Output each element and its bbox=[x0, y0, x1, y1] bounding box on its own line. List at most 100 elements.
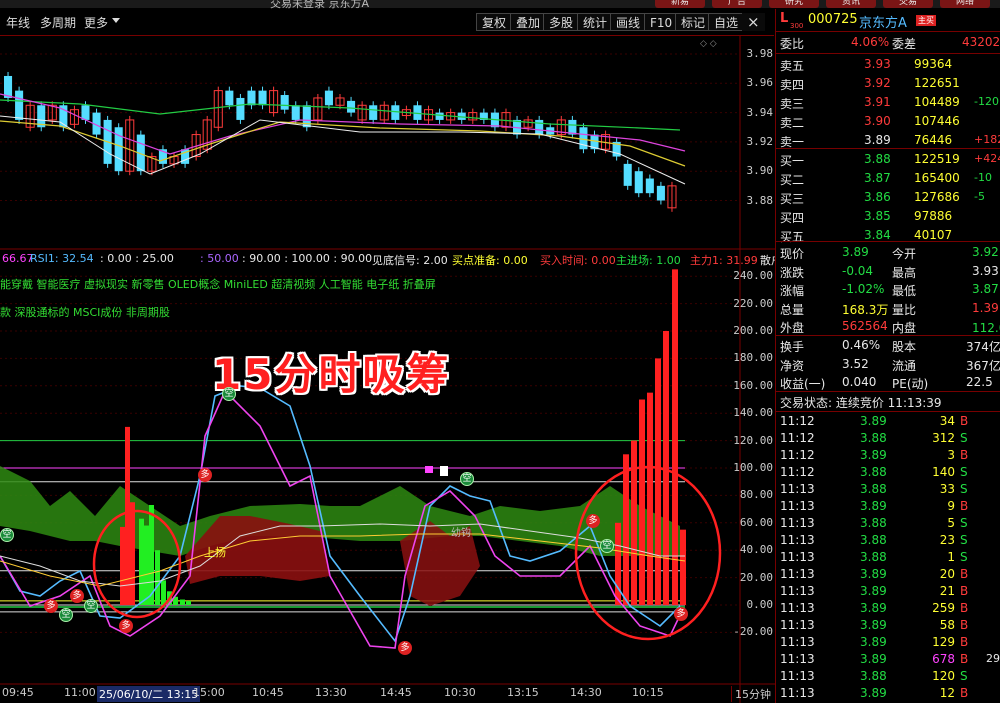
top-tab[interactable]: 广告 bbox=[712, 0, 762, 8]
top-tab[interactable]: 研究 bbox=[769, 0, 819, 8]
trade-status-row: 交易状态: 连续竞价 11:13:39 bbox=[776, 392, 1000, 411]
buy-signal-badge: 多 bbox=[398, 641, 412, 655]
trade-time: 11:13 bbox=[780, 482, 815, 496]
toolbar-draw-button[interactable]: 画线 bbox=[610, 13, 647, 31]
top-tab[interactable]: 网络 bbox=[940, 0, 990, 8]
buy-signal-badge: 多 bbox=[44, 599, 58, 613]
trade-time: 11:13 bbox=[780, 499, 815, 513]
stat-row: 现价 3.89 今开 3.92 bbox=[776, 243, 1000, 262]
toolbar-f10-button[interactable]: F10 bbox=[644, 13, 679, 31]
weicha-label: 委差 bbox=[892, 37, 917, 51]
stock-name: 京东方A bbox=[859, 16, 907, 31]
time-tick-label: 10:30 bbox=[444, 686, 476, 699]
trade-volume: 9 bbox=[947, 499, 955, 513]
cloud-green bbox=[0, 466, 680, 556]
trade-volume: 33 bbox=[939, 482, 955, 496]
trade-price: 3.88 bbox=[860, 465, 887, 479]
toolbar-fuquan-button[interactable]: 复权 bbox=[476, 13, 513, 31]
top-tab[interactable]: 新易 bbox=[655, 0, 705, 8]
indicator-value: RSI1: 32.54 bbox=[30, 252, 94, 265]
indicator-tick-label: 20.00 bbox=[739, 570, 773, 584]
stat-label: PE(动) bbox=[892, 377, 929, 391]
stat-label: 今开 bbox=[892, 247, 917, 261]
level-price: 3.91 bbox=[864, 95, 891, 109]
volume-bar bbox=[161, 580, 166, 605]
trade-price: 3.89 bbox=[860, 448, 887, 462]
sell-signal-badge: 空 bbox=[84, 599, 98, 613]
separator bbox=[776, 31, 1000, 32]
title-bar: 交易未登录 京东方A 新易 广告 研究 资讯 交易 网络 bbox=[0, 0, 1000, 10]
trade-price: 3.89 bbox=[860, 567, 887, 581]
trade-row: 11:13 3.89 129 B bbox=[776, 634, 1000, 651]
volume-bar bbox=[680, 529, 686, 605]
top-tab[interactable]: 交易 bbox=[883, 0, 933, 8]
time-tick-label: 10:45 bbox=[252, 686, 284, 699]
indicator-value: : 0.00 : 25.00 bbox=[100, 252, 174, 265]
price-tick-label: 3.94 bbox=[746, 105, 774, 119]
indicator-value: 主力1: 31.99 bbox=[690, 254, 758, 267]
quote-panel: L 300 000725 京东方A 主买 委比 4.06% 委差 43202 卖… bbox=[775, 9, 1000, 703]
level-label: 买三 bbox=[780, 192, 805, 206]
chevron-down-icon[interactable] bbox=[112, 18, 120, 23]
close-icon[interactable]: × bbox=[742, 13, 765, 31]
trade-time: 11:13 bbox=[780, 618, 815, 632]
time-tick-label: 13:30 bbox=[315, 686, 347, 699]
order-book-row: 卖二 3.90 107446 bbox=[776, 112, 1000, 131]
chart-area[interactable]: ◇ ◇ 3.98 3.96 3.94 3.92 3.90 3.88 240.00 220.0… bbox=[0, 36, 775, 703]
toolbar-more[interactable]: 更多 bbox=[84, 14, 108, 31]
sell-signal-badge: 空 bbox=[59, 608, 73, 622]
trade-side: B bbox=[960, 567, 969, 581]
separator bbox=[776, 411, 1000, 412]
buy-signal-badge: 多 bbox=[119, 619, 133, 633]
toolbar-multistock-button[interactable]: 多股 bbox=[543, 13, 580, 31]
trade-time: 11:13 bbox=[780, 516, 815, 530]
top-tab[interactable]: 资讯 bbox=[826, 0, 876, 8]
indicator-tick-label: 180.00 bbox=[733, 351, 773, 365]
level-price: 3.86 bbox=[864, 190, 891, 204]
market-marker: L bbox=[780, 11, 789, 26]
trade-price: 3.89 bbox=[860, 635, 887, 649]
toolbar-mark-button[interactable]: 标记 bbox=[675, 13, 712, 31]
trade-volume: 23 bbox=[939, 533, 955, 547]
trade-time: 11:13 bbox=[780, 652, 815, 666]
time-tick-label: 11:00 bbox=[64, 686, 96, 699]
trade-row: 11:13 3.89 21 B bbox=[776, 583, 1000, 600]
stat-value: -0.04 bbox=[842, 263, 874, 278]
trade-volume: 259 bbox=[932, 601, 955, 615]
trade-extra: 29 bbox=[986, 652, 1000, 665]
stat-label: 涨幅 bbox=[780, 284, 805, 298]
trade-side: B bbox=[960, 584, 969, 598]
sell-signal-badge: 空 bbox=[0, 528, 14, 542]
toolbar-stats-button[interactable]: 统计 bbox=[577, 13, 614, 31]
trade-row: 11:13 3.88 33 S bbox=[776, 481, 1000, 498]
indicator-tick-label: 140.00 bbox=[733, 406, 773, 420]
stat-row: 总量 168.3万 量比 1.39 bbox=[776, 299, 1000, 318]
order-book-row: 买三 3.86 127686 -5 bbox=[776, 188, 1000, 207]
trade-time: 11:13 bbox=[780, 686, 815, 700]
stat-label: 涨跌 bbox=[780, 265, 805, 280]
toolbar-overlay-button[interactable]: 叠加 bbox=[510, 13, 547, 31]
level-price: 3.87 bbox=[864, 171, 891, 185]
level-price: 3.88 bbox=[864, 152, 891, 166]
trade-side: B bbox=[960, 448, 969, 462]
trade-side: B bbox=[960, 414, 969, 428]
concept-tags-line2: 款 深股通标的 MSCI成份 非周期股 bbox=[0, 306, 170, 319]
toolbar-watchlist-button[interactable]: 自选 bbox=[708, 13, 745, 31]
stat-label: 最低 bbox=[892, 284, 917, 298]
toolbar-yearline[interactable]: 年线 bbox=[6, 14, 30, 31]
indicator-tick-label: 200.00 bbox=[733, 324, 773, 337]
trade-side: S bbox=[960, 431, 968, 445]
stat-label: 量比 bbox=[892, 302, 917, 317]
level-label: 买二 bbox=[780, 173, 805, 187]
stat-value: 112.0万 bbox=[972, 321, 1000, 335]
stat-value: 3.52 bbox=[842, 356, 869, 371]
trade-price: 3.88 bbox=[860, 431, 887, 445]
trade-price: 3.89 bbox=[860, 618, 887, 632]
level-label: 买四 bbox=[780, 211, 805, 225]
settings-icon: ◇ ◇ bbox=[700, 39, 717, 49]
toolbar-multi-period[interactable]: 多周期 bbox=[40, 14, 76, 31]
stat-label: 股本 bbox=[892, 340, 917, 354]
volume-bar bbox=[180, 599, 185, 605]
period-label[interactable]: 15分钟 bbox=[731, 686, 779, 702]
trade-side: B bbox=[960, 618, 969, 632]
